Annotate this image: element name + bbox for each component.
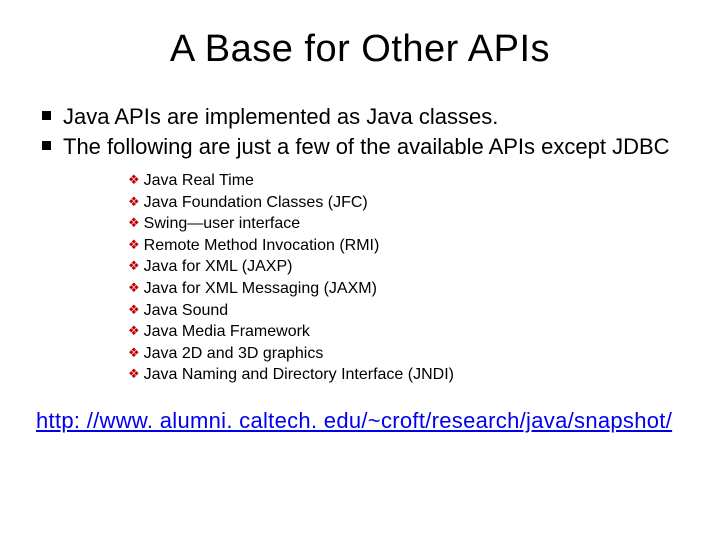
list-item: ❖Java for XML (JAXP) bbox=[128, 256, 684, 278]
list-item-text: Remote Method Invocation (RMI) bbox=[144, 235, 380, 257]
list-item-text: Java Sound bbox=[144, 300, 229, 322]
list-item-text: Java for XML (JAXP) bbox=[144, 256, 293, 278]
diamond-bullet-icon: ❖ bbox=[128, 171, 140, 189]
list-item: ❖Java Sound bbox=[128, 300, 684, 322]
diamond-bullet-icon: ❖ bbox=[128, 365, 140, 383]
diamond-bullet-icon: ❖ bbox=[128, 214, 140, 232]
list-item: ❖Java Real Time bbox=[128, 170, 684, 192]
list-item: ❖Java 2D and 3D graphics bbox=[128, 343, 684, 365]
square-bullet-icon bbox=[42, 141, 51, 150]
list-item-text: Java 2D and 3D graphics bbox=[144, 343, 324, 365]
diamond-bullet-icon: ❖ bbox=[128, 301, 140, 319]
list-item-text: The following are just a few of the avai… bbox=[63, 133, 684, 161]
list-item: Java APIs are implemented as Java classe… bbox=[42, 103, 684, 131]
diamond-bullet-icon: ❖ bbox=[128, 322, 140, 340]
list-item-text: Java Naming and Directory Interface (JND… bbox=[144, 364, 454, 386]
list-item: ❖Swing—user interface bbox=[128, 213, 684, 235]
square-bullet-icon bbox=[42, 111, 51, 120]
list-item-text: Java Foundation Classes (JFC) bbox=[144, 192, 368, 214]
list-item: The following are just a few of the avai… bbox=[42, 133, 684, 161]
diamond-bullet-icon: ❖ bbox=[128, 193, 140, 211]
diamond-bullet-icon: ❖ bbox=[128, 344, 140, 362]
list-item-text: Java Media Framework bbox=[144, 321, 310, 343]
list-item-text: Java APIs are implemented as Java classe… bbox=[63, 103, 684, 131]
list-item-text: Java for XML Messaging (JAXM) bbox=[144, 278, 377, 300]
list-item-text: Swing—user interface bbox=[144, 213, 301, 235]
list-item: ❖Remote Method Invocation (RMI) bbox=[128, 235, 684, 257]
list-item: ❖Java Media Framework bbox=[128, 321, 684, 343]
diamond-bullet-icon: ❖ bbox=[128, 257, 140, 275]
list-item: ❖Java for XML Messaging (JAXM) bbox=[128, 278, 684, 300]
slide-title: A Base for Other APIs bbox=[36, 28, 684, 71]
list-item: ❖Java Foundation Classes (JFC) bbox=[128, 192, 684, 214]
bullet-list-level2: ❖Java Real Time ❖Java Foundation Classes… bbox=[128, 170, 684, 386]
bullet-list-level1: Java APIs are implemented as Java classe… bbox=[42, 103, 684, 160]
slide: A Base for Other APIs Java APIs are impl… bbox=[0, 0, 720, 540]
reference-link[interactable]: http: //www. alumni. caltech. edu/~croft… bbox=[36, 408, 684, 434]
diamond-bullet-icon: ❖ bbox=[128, 279, 140, 297]
list-item: ❖Java Naming and Directory Interface (JN… bbox=[128, 364, 684, 386]
diamond-bullet-icon: ❖ bbox=[128, 236, 140, 254]
list-item-text: Java Real Time bbox=[144, 170, 254, 192]
